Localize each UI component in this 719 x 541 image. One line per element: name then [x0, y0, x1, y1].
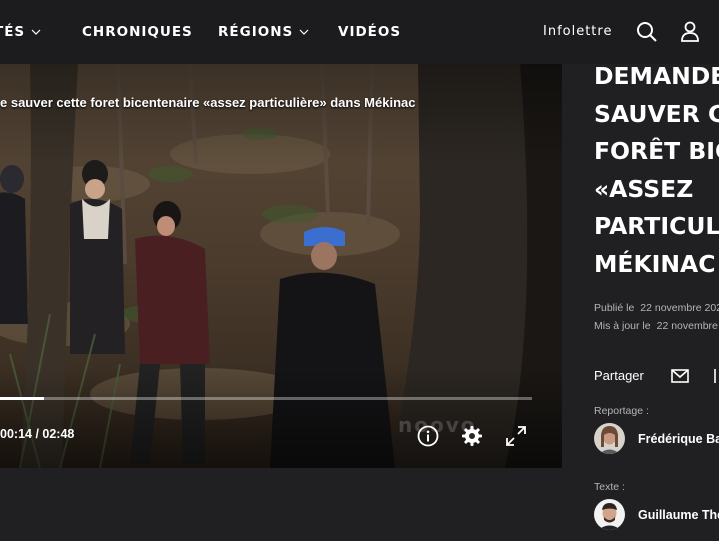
video-title: e sauver cette foret bicentenaire «assez… — [0, 95, 416, 110]
nav-item-videos[interactable]: VIDÉOS — [338, 24, 401, 40]
nav-item-actualites[interactable]: TÉS — [0, 24, 41, 40]
video-progress-fill — [0, 397, 45, 400]
chevron-down-icon — [299, 29, 309, 35]
user-icon[interactable] — [680, 21, 700, 43]
nav-item-label: TÉS — [0, 24, 26, 40]
headline-line: PARTICUL — [594, 212, 719, 240]
updated-value: 22 novembre — [656, 320, 718, 332]
video-progress-bar[interactable] — [0, 397, 532, 400]
reportage-author[interactable]: Frédérique Ba — [594, 423, 719, 454]
info-icon[interactable] — [417, 425, 439, 447]
gear-icon[interactable] — [461, 425, 483, 447]
texte-author[interactable]: Guillaume The — [594, 499, 719, 530]
headline-line: MÉKINAC — [594, 249, 716, 278]
share-icon[interactable] — [712, 368, 719, 384]
published-date: Publié le 22 novembre 202 — [594, 302, 719, 314]
texte-label: Texte : — [594, 481, 625, 493]
avatar — [594, 423, 625, 454]
author-name: Guillaume The — [638, 507, 719, 522]
fullscreen-icon[interactable] — [505, 425, 527, 447]
video-frame — [0, 64, 562, 468]
article-headline: DEMANDE SAUVER C FORÊT BIC «ASSEZ PARTIC… — [594, 58, 719, 283]
top-navigation: TÉS CHRONIQUES RÉGIONS VIDÉOS Infolettre — [0, 0, 719, 64]
video-time: 00:14 / 02:48 — [0, 427, 75, 441]
updated-date: Mis à jour le 22 novembre — [594, 320, 718, 332]
search-icon[interactable] — [636, 21, 658, 43]
video-player[interactable]: e sauver cette foret bicentenaire «assez… — [0, 64, 562, 468]
avatar — [594, 499, 625, 530]
author-name: Frédérique Ba — [638, 431, 719, 446]
newsletter-link[interactable]: Infolettre — [543, 24, 612, 39]
headline-line: SAUVER C — [594, 99, 719, 128]
share-label: Partager — [594, 368, 644, 383]
nav-item-chroniques[interactable]: CHRONIQUES — [82, 24, 193, 40]
mail-icon[interactable] — [671, 369, 689, 383]
headline-line: «ASSEZ — [594, 174, 694, 203]
headline-line: DEMANDE — [594, 62, 719, 90]
nav-item-regions[interactable]: RÉGIONS — [218, 24, 309, 40]
published-value: 22 novembre 202 — [640, 302, 719, 314]
reportage-label: Reportage : — [594, 405, 649, 417]
chevron-down-icon — [31, 29, 41, 35]
nav-item-label: VIDÉOS — [338, 24, 402, 40]
nav-item-label: RÉGIONS — [218, 24, 294, 40]
headline-line: FORÊT BIC — [594, 137, 719, 165]
published-label: Publié le — [594, 302, 635, 314]
nav-item-label: CHRONIQUES — [82, 24, 193, 40]
updated-label: Mis à jour le — [594, 320, 651, 332]
